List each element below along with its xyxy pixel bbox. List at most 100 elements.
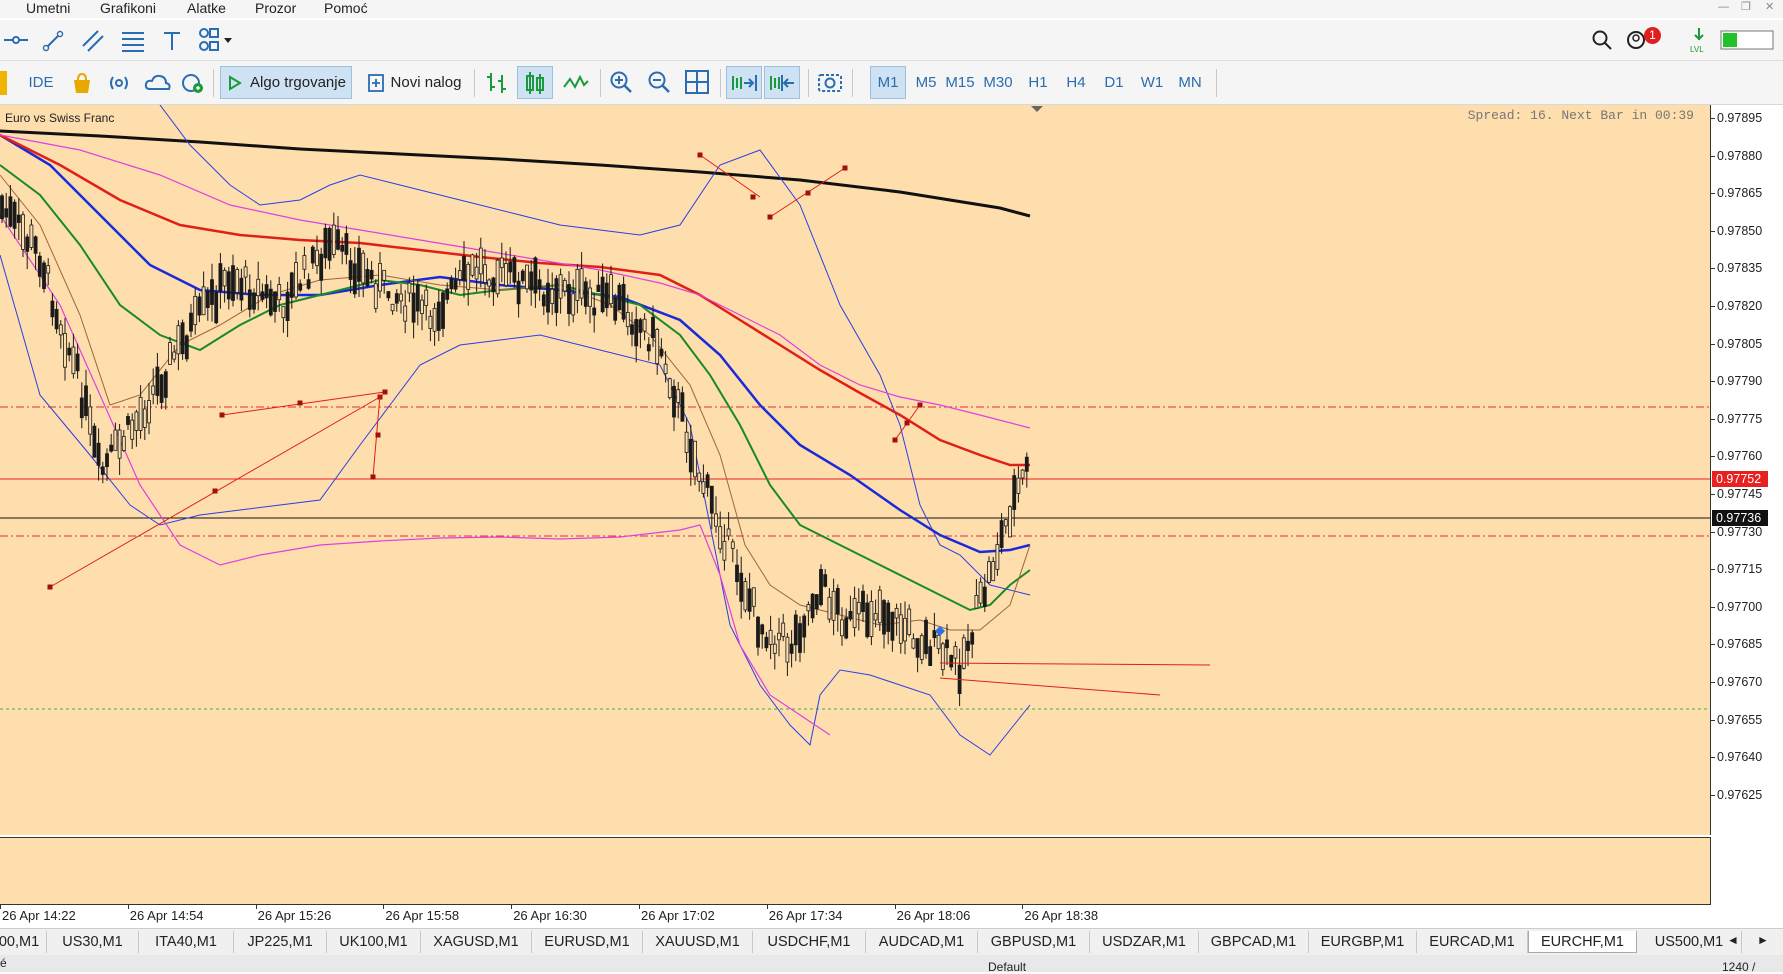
candle-body (987, 561, 991, 583)
timeframe-m1-button[interactable]: M1 (870, 66, 906, 99)
trendline-anchor[interactable] (805, 190, 811, 196)
new-order-button[interactable]: Novi nalog (360, 66, 468, 99)
scroll-marker-icon[interactable] (1030, 105, 1044, 113)
symbol-tab[interactable]: GBPUSD,M1 (978, 931, 1090, 953)
timeframe-m15-button[interactable]: M15 (942, 66, 978, 99)
notifications-badge[interactable]: 1 (1644, 27, 1661, 44)
trendline-anchor[interactable] (375, 432, 381, 438)
trendline-anchor[interactable] (697, 152, 703, 158)
market-watch-icon[interactable] (180, 71, 206, 95)
menu-help[interactable]: Pomoć (324, 0, 368, 16)
vps-cloud-icon[interactable] (144, 71, 172, 95)
timeframe-h4-button[interactable]: H4 (1058, 66, 1094, 99)
restore-icon[interactable]: ❐ (1741, 0, 1751, 14)
timeframe-h1-button[interactable]: H1 (1020, 66, 1056, 99)
trendline-anchor[interactable] (904, 420, 910, 426)
user-trendline[interactable] (939, 677, 1161, 696)
symbol-tab[interactable]: 00,M1 (0, 931, 47, 953)
symbol-tab[interactable]: XAGUSD,M1 (421, 931, 532, 953)
shapes-icon[interactable] (196, 26, 238, 54)
trendline-anchor[interactable] (219, 412, 225, 418)
candle-body (877, 589, 882, 624)
trendline-anchor[interactable] (750, 194, 756, 200)
symbol-tab[interactable]: US500,M1 (1637, 931, 1742, 953)
strategy-icon[interactable] (0, 71, 7, 95)
candle-body (415, 284, 420, 312)
user-trendline[interactable] (939, 662, 1211, 666)
symbol-tab[interactable]: AUDCAD,M1 (866, 931, 978, 953)
close-icon[interactable]: ✕ (1765, 0, 1774, 14)
price-tick-mark (1711, 682, 1715, 683)
trendline-anchor[interactable] (297, 400, 303, 406)
timeframe-mn-button[interactable]: MN (1172, 66, 1208, 99)
timeframe-w1-button[interactable]: W1 (1134, 66, 1170, 99)
symbol-tab[interactable]: JP225,M1 (234, 931, 327, 953)
trendline-anchor[interactable] (212, 488, 218, 494)
symbol-tab[interactable]: EURCHF,M1 (1528, 931, 1637, 953)
price-tick-mark (1711, 418, 1715, 420)
minimize-icon[interactable]: — (1718, 0, 1729, 14)
menu-charts[interactable]: Grafikoni (100, 0, 156, 16)
algo-trading-button[interactable]: Algo trgovanje (220, 66, 352, 99)
candle-body (852, 598, 857, 629)
symbol-tab[interactable]: USDZAR,M1 (1090, 931, 1199, 953)
market-bag-icon[interactable] (70, 71, 94, 95)
menu-tools[interactable]: Alatke (187, 0, 226, 16)
trendline-anchor[interactable] (917, 402, 923, 408)
candlestick-series (0, 184, 1029, 707)
grid-icon[interactable] (684, 69, 710, 95)
zoom-in-icon[interactable] (608, 69, 634, 95)
autoscroll-button[interactable] (726, 66, 762, 99)
timeframe-m30-button[interactable]: M30 (980, 66, 1016, 99)
menu-insert[interactable]: Umetni (26, 0, 70, 16)
trendline-anchor[interactable] (382, 389, 388, 395)
fibonacci-icon[interactable] (120, 28, 146, 54)
ide-button[interactable]: IDE (22, 67, 60, 97)
text-icon[interactable] (160, 28, 184, 54)
timeframe-d1-button[interactable]: D1 (1096, 66, 1132, 99)
candlestick-chart-button[interactable] (517, 66, 553, 99)
zoom-out-icon[interactable] (646, 69, 672, 95)
user-trendline[interactable] (221, 391, 386, 416)
symbol-tab[interactable]: XAUUSD,M1 (643, 931, 753, 953)
symbol-tab[interactable]: USDCHF,M1 (753, 931, 866, 953)
candle-body (546, 282, 550, 313)
horizontal-line-icon[interactable] (2, 30, 30, 50)
price-tick-label: 0.97700 (1717, 599, 1763, 614)
toolbar-separator (600, 69, 601, 97)
candle-body (894, 608, 899, 619)
symbol-tab[interactable]: UK100,M1 (327, 931, 421, 953)
timeframe-m5-button[interactable]: M5 (908, 66, 944, 99)
indicator-subwindow[interactable] (0, 837, 1711, 905)
candle-body (550, 288, 555, 304)
candle-body (579, 268, 584, 299)
bar-chart-icon[interactable] (484, 69, 510, 97)
time-axis[interactable]: 26 Apr 14:22 26 Apr 14:54 26 Apr 15:26 26 A… (0, 905, 1710, 927)
trendline-anchor[interactable] (47, 584, 53, 590)
trendline-anchor[interactable] (370, 474, 376, 480)
chart-shift-button[interactable] (764, 66, 800, 99)
symbol-tab[interactable]: US30,M1 (47, 931, 139, 953)
menu-window[interactable]: Prozor (255, 0, 296, 16)
tabs-scroll-right-icon[interactable]: ► (1757, 933, 1769, 947)
symbol-tab[interactable]: ITA40,M1 (139, 931, 234, 953)
screenshot-icon[interactable] (816, 69, 844, 95)
trendline-anchor[interactable] (842, 165, 848, 171)
line-chart-icon[interactable] (562, 71, 590, 95)
trendline-anchor[interactable] (767, 214, 773, 220)
symbol-tab[interactable]: GBPCAD,M1 (1199, 931, 1309, 953)
symbol-tab[interactable]: EURCAD,M1 (1417, 931, 1528, 953)
candle-body (348, 260, 353, 280)
drawing-toolbar: 1 LVL (0, 20, 1783, 61)
symbol-tab[interactable]: EURUSD,M1 (532, 931, 643, 953)
channel-icon[interactable] (80, 28, 106, 54)
trendline-anchor[interactable] (892, 437, 898, 443)
signals-icon[interactable] (106, 71, 132, 95)
price-axis[interactable]: 0.97895 0.97880 0.97865 0.97850 0.97835 0.978… (1711, 105, 1783, 905)
trendline-icon[interactable] (40, 28, 66, 54)
search-icon[interactable] (1590, 28, 1614, 52)
symbol-tab[interactable]: EURGBP,M1 (1309, 931, 1417, 953)
price-chart[interactable]: Euro vs Swiss Franc Spread: 16. Next Bar… (0, 105, 1711, 835)
candle-body (470, 254, 475, 276)
candle-body (777, 632, 781, 641)
